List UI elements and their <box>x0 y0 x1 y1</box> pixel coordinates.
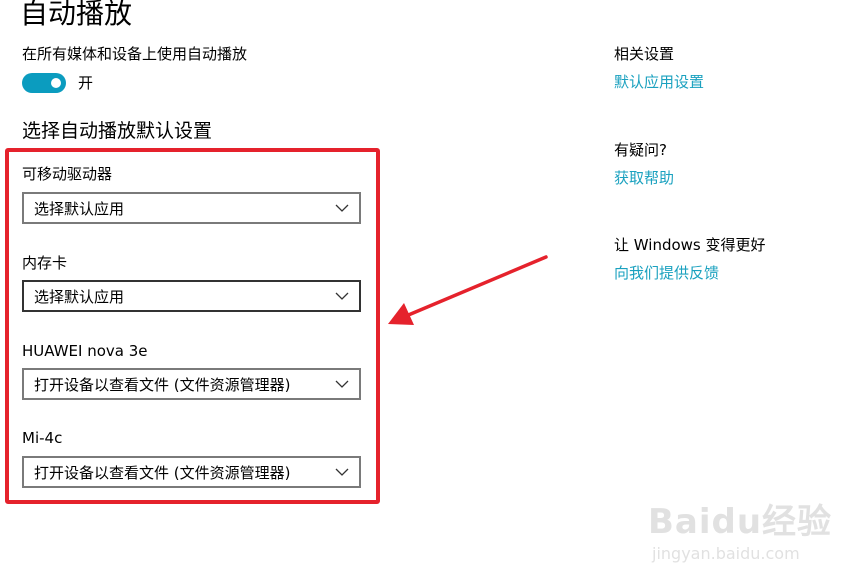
autoplay-settings-page: 自动播放 在所有媒体和设备上使用自动播放 开 选择自动播放默认设置 可移动驱动器… <box>0 0 849 585</box>
autoplay-toggle-label: 在所有媒体和设备上使用自动播放 <box>22 45 248 63</box>
section-title: 选择自动播放默认设置 <box>22 120 213 142</box>
watermark-url: jingyan.baidu.com <box>652 544 800 563</box>
arrow-icon <box>388 255 548 325</box>
feedback-link[interactable]: 向我们提供反馈 <box>614 263 719 283</box>
related-settings-heading: 相关设置 <box>614 45 675 63</box>
watermark-brand: Baidu经验 <box>648 502 833 542</box>
toggle-knob <box>51 78 61 88</box>
default-apps-link[interactable]: 默认应用设置 <box>614 72 704 92</box>
annotation-highlight-box <box>5 148 380 504</box>
toggle-state-label: 开 <box>78 74 94 92</box>
get-help-link[interactable]: 获取帮助 <box>614 168 674 188</box>
page-title: 自动播放 <box>20 0 133 30</box>
baidu-watermark: Baidu经验 jingyan.baidu.com <box>640 492 840 574</box>
autoplay-toggle[interactable] <box>22 73 66 93</box>
question-heading: 有疑问? <box>614 141 667 159</box>
feedback-heading: 让 Windows 变得更好 <box>614 236 766 254</box>
